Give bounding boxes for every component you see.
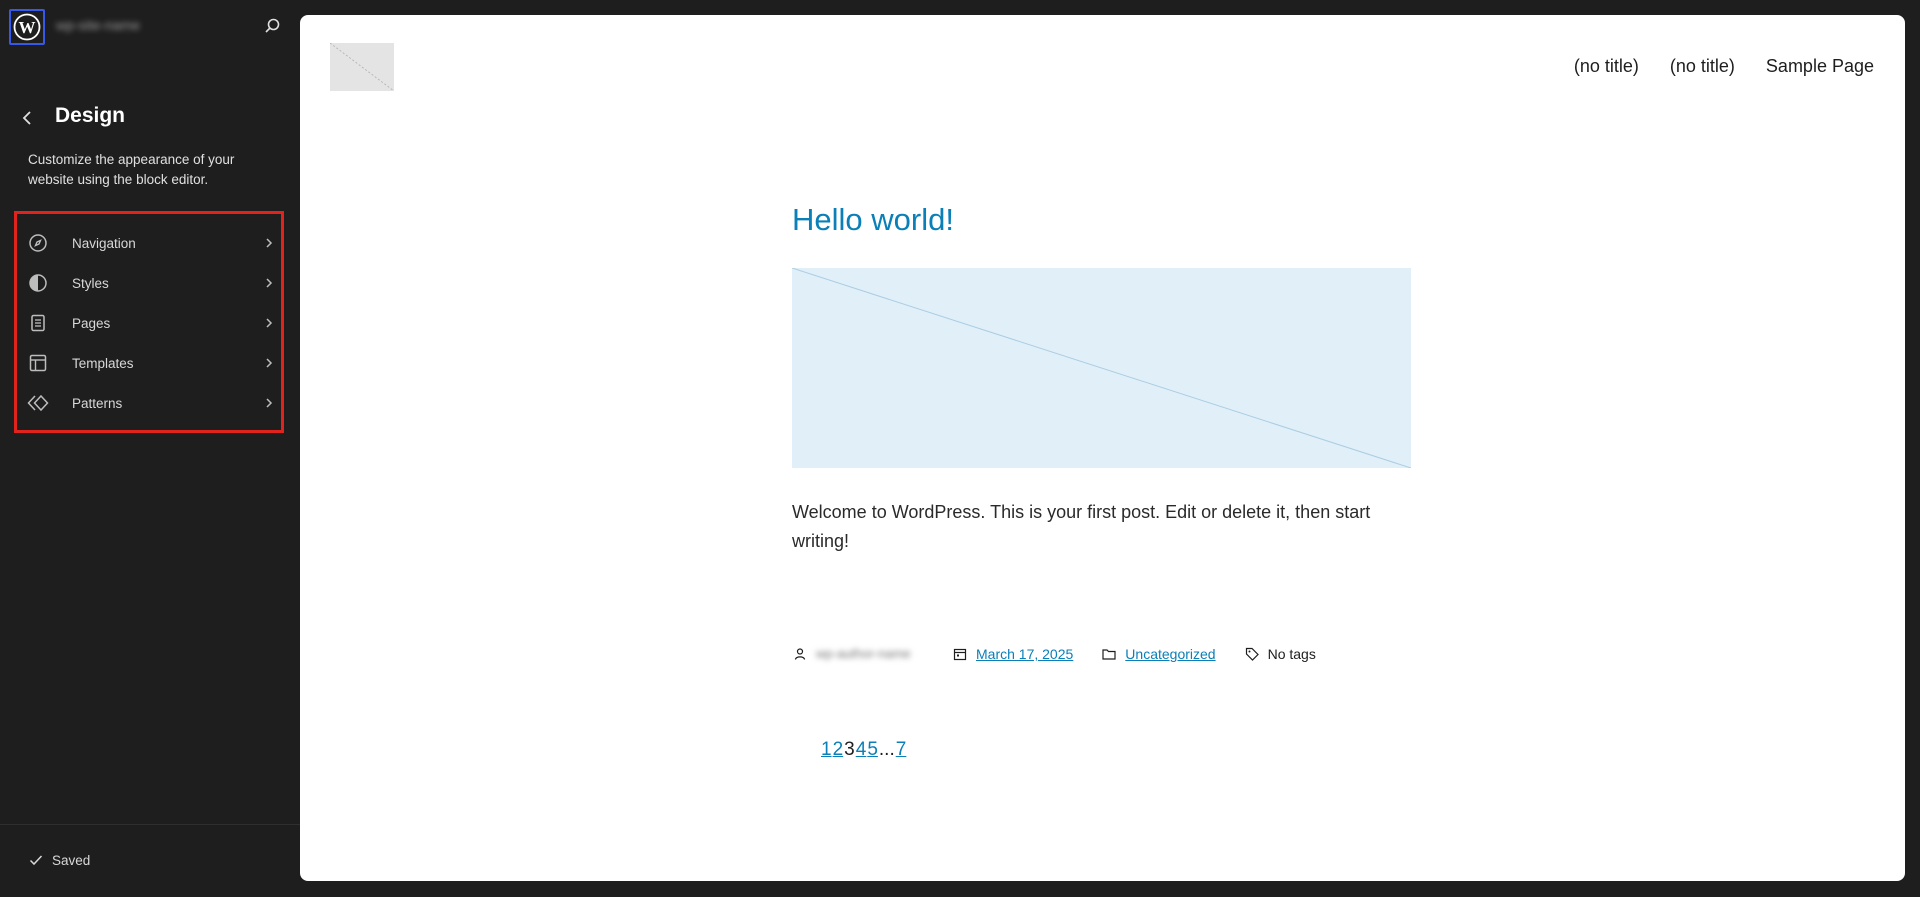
panel-title: Design xyxy=(55,104,126,127)
nav-link-no-title-1[interactable]: (no title) xyxy=(1574,56,1639,77)
design-menu: Navigation Styles Pages Templates Patter… xyxy=(14,211,284,433)
chevron-right-icon xyxy=(261,275,277,291)
page-link-7[interactable]: 7 xyxy=(896,739,907,761)
menu-item-label: Patterns xyxy=(72,395,123,411)
page-link-4[interactable]: 4 xyxy=(856,739,867,761)
folder-icon xyxy=(1102,649,1116,660)
pagination: 1 2 3 4 5 ... 7 xyxy=(821,739,907,761)
page-current: 3 xyxy=(844,739,855,760)
sidebar-header: W wp-site-name xyxy=(0,0,300,54)
site-name[interactable]: wp-site-name xyxy=(56,17,231,37)
menu-item-navigation[interactable]: Navigation xyxy=(27,223,277,263)
post-author[interactable]: wp-author-name xyxy=(816,646,924,662)
post-tags: No tags xyxy=(1267,646,1316,662)
chevron-left-icon xyxy=(22,111,31,125)
navigation-compass-icon xyxy=(27,232,49,254)
nav-link-no-title-2[interactable]: (no title) xyxy=(1670,56,1735,77)
featured-image-placeholder xyxy=(791,267,1412,469)
menu-item-label: Styles xyxy=(72,275,109,291)
menu-item-templates[interactable]: Templates xyxy=(27,343,277,383)
author-icon xyxy=(794,648,806,660)
pages-document-icon xyxy=(27,312,49,334)
sidebar-divider xyxy=(0,824,300,825)
menu-item-label: Templates xyxy=(72,355,134,371)
check-icon xyxy=(29,855,43,866)
post-date-link[interactable]: March 17, 2025 xyxy=(976,646,1073,662)
chevron-right-icon xyxy=(261,235,277,251)
tag-icon xyxy=(1245,647,1259,661)
page-ellipsis: ... xyxy=(878,739,895,760)
styles-half-circle-icon xyxy=(27,272,49,294)
panel-description: Customize the appearance of your website… xyxy=(28,152,235,187)
menu-item-pages[interactable]: Pages xyxy=(27,303,277,343)
menu-item-styles[interactable]: Styles xyxy=(27,263,277,303)
menu-item-patterns[interactable]: Patterns xyxy=(27,383,277,423)
site-navigation: (no title) (no title) Sample Page xyxy=(1574,56,1874,77)
nav-link-sample-page[interactable]: Sample Page xyxy=(1766,56,1874,77)
post-meta: wp-author-name March 17, 2025 Uncategori… xyxy=(792,646,1344,662)
save-status: Saved xyxy=(28,852,90,868)
save-status-label: Saved xyxy=(52,852,91,868)
back-button[interactable] xyxy=(18,106,38,130)
chevron-right-icon xyxy=(261,395,277,411)
chevron-right-icon xyxy=(261,355,277,371)
templates-layout-icon xyxy=(27,352,49,374)
chevron-right-icon xyxy=(261,315,277,331)
design-sidebar: W wp-site-name Design Customize the appe… xyxy=(0,0,300,897)
calendar-icon xyxy=(953,648,967,661)
post-excerpt: Welcome to WordPress. This is your first… xyxy=(792,502,1371,551)
search-icon xyxy=(265,18,280,33)
wordpress-logo-button[interactable]: W xyxy=(9,9,45,45)
page-link-2[interactable]: 2 xyxy=(833,739,844,761)
svg-text:W: W xyxy=(19,18,36,37)
post-category-link[interactable]: Uncategorized xyxy=(1125,646,1215,662)
page-link-1[interactable]: 1 xyxy=(821,739,832,761)
search-button[interactable] xyxy=(262,16,282,36)
menu-item-label: Pages xyxy=(72,315,111,331)
site-preview-canvas[interactable]: (no title) (no title) Sample Page Hello … xyxy=(300,15,1905,881)
menu-item-label: Navigation xyxy=(72,235,136,251)
post-title-link[interactable]: Hello world! xyxy=(792,202,954,238)
wordpress-icon: W xyxy=(13,13,41,41)
page-link-5[interactable]: 5 xyxy=(867,739,878,761)
site-logo-placeholder[interactable] xyxy=(329,42,395,92)
patterns-diamond-icon xyxy=(27,392,49,414)
